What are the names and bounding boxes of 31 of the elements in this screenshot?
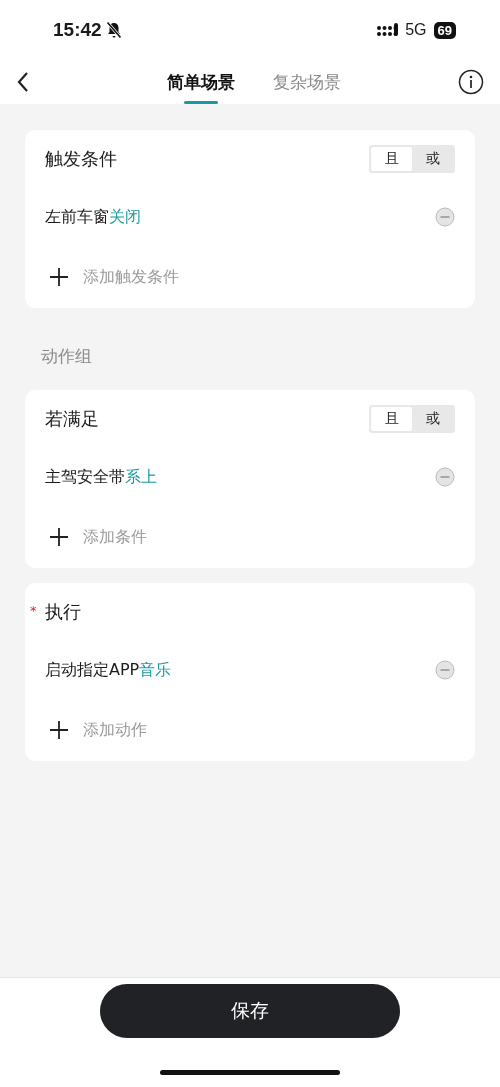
plus-icon[interactable] (49, 720, 69, 740)
section-label: 动作组 (41, 345, 93, 368)
scene-tab[interactable]: 复杂场景 (269, 60, 345, 104)
logic-option[interactable]: 且 (371, 407, 412, 431)
condition-value[interactable]: 音乐 (139, 659, 172, 681)
section-title: 执行 (45, 600, 81, 624)
logic-option[interactable]: 或 (412, 407, 453, 431)
scene-tab[interactable]: 简单场景 (163, 60, 239, 104)
battery-indicator: 69 (433, 21, 456, 39)
add-link[interactable]: 添加条件 (83, 526, 147, 548)
status-time: 15:42 (53, 19, 102, 41)
back-icon[interactable] (16, 71, 30, 93)
required-mark: * (30, 603, 37, 618)
info-icon[interactable] (458, 69, 484, 95)
condition-text: 主驾安全带 (45, 466, 125, 488)
network-label: 5G (405, 21, 427, 39)
condition-text: 启动指定APP (45, 659, 140, 681)
logic-option[interactable]: 或 (412, 147, 453, 171)
plus-icon[interactable] (49, 267, 69, 287)
condition-value[interactable]: 系上 (125, 466, 157, 488)
section-title: 若满足 (45, 407, 99, 431)
section-title: 触发条件 (45, 147, 117, 171)
logic-option[interactable]: 且 (371, 147, 412, 171)
condition-text: 左前车窗 (45, 206, 109, 228)
save-button[interactable]: 保存 (100, 984, 400, 1038)
condition-value[interactable]: 关闭 (109, 206, 141, 228)
plus-icon[interactable] (49, 527, 69, 547)
add-link[interactable]: 添加触发条件 (83, 266, 179, 288)
bell-slash-icon (105, 21, 122, 39)
signal-icon (377, 23, 400, 37)
add-link[interactable]: 添加动作 (83, 719, 147, 741)
